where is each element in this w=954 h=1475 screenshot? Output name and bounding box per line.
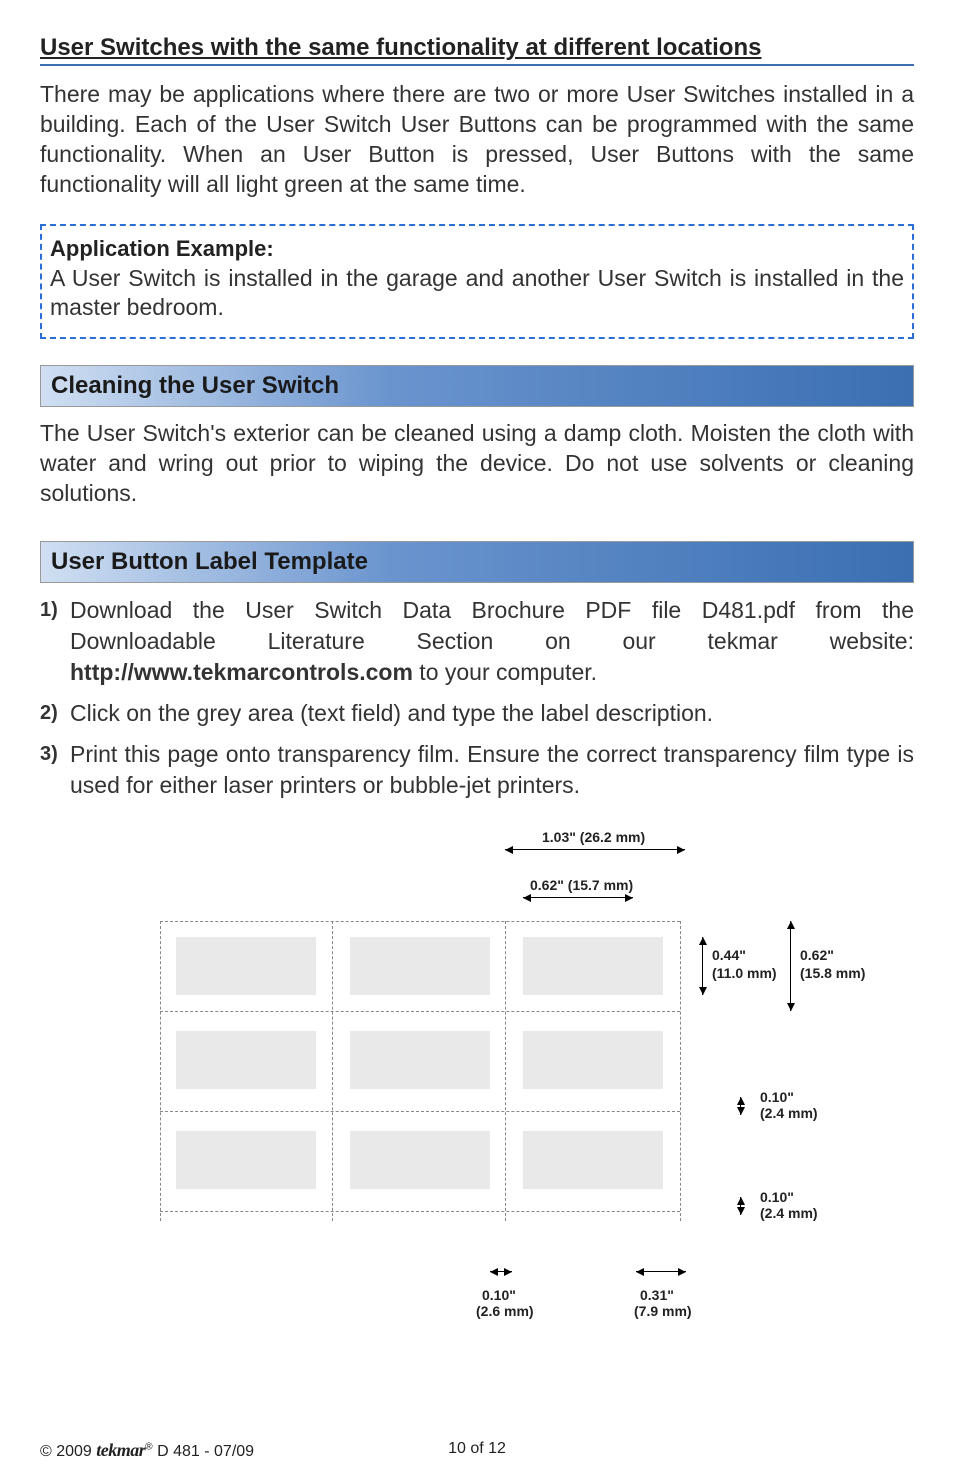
dim-arrow-inner-height <box>702 937 703 995</box>
hline <box>160 921 680 922</box>
label-field[interactable] <box>350 1131 490 1189</box>
steps-list: Download the User Switch Data Brochure P… <box>40 595 914 801</box>
dim-outer-width: 1.03" (26.2 mm) <box>542 829 645 845</box>
step-1-post: to your computer. <box>413 659 597 685</box>
step-1-pre: Download the User Switch Data Brochure P… <box>70 597 914 654</box>
section1-paragraph: There may be applications where there ar… <box>40 80 914 200</box>
footer-brand: tekmar <box>96 1440 145 1460</box>
label-field[interactable] <box>523 937 663 995</box>
label-field[interactable] <box>523 1031 663 1089</box>
step-3: Print this page onto transparency film. … <box>40 739 914 801</box>
dim-arrow-bw <box>490 1271 512 1272</box>
dim-inner-height-a: 0.44" <box>712 947 746 963</box>
dim-arrow-gap2 <box>740 1197 741 1215</box>
application-example-box: Application Example: A User Switch is in… <box>40 224 914 340</box>
section2-paragraph: The User Switch's exterior can be cleane… <box>40 419 914 509</box>
step-1-url: http://www.tekmarcontrols.com <box>70 659 413 685</box>
page-footer: © 2009 tekmar® D 481 - 07/09 10 of 12 <box>40 1440 914 1461</box>
footer-doc: D 481 - 07/09 <box>153 1443 254 1460</box>
vline <box>680 921 681 1221</box>
step-1: Download the User Switch Data Brochure P… <box>40 595 914 688</box>
dim-gap2-a: 0.10" <box>760 1189 794 1205</box>
label-field[interactable] <box>523 1131 663 1189</box>
vline <box>505 921 506 1221</box>
application-example-title: Application Example: <box>50 236 904 262</box>
footer-reg: ® <box>145 1442 152 1453</box>
label-field[interactable] <box>176 1131 316 1189</box>
dim-arrow-br <box>636 1271 686 1272</box>
hline <box>160 1011 680 1012</box>
vline <box>160 921 161 1221</box>
dim-br-b: (7.9 mm) <box>634 1303 692 1319</box>
dim-gap1-a: 0.10" <box>760 1089 794 1105</box>
dim-inner-width: 0.62" (15.7 mm) <box>530 877 633 893</box>
dim-gap2-b: (2.4 mm) <box>760 1205 818 1221</box>
label-field[interactable] <box>350 1031 490 1089</box>
dim-arrow-inner-width <box>523 897 633 898</box>
dim-br-a: 0.31" <box>640 1287 674 1303</box>
label-field[interactable] <box>176 1031 316 1089</box>
step-2: Click on the grey area (text field) and … <box>40 698 914 729</box>
dim-bw-b: (2.6 mm) <box>476 1303 534 1319</box>
section-heading-3: User Button Label Template <box>40 541 914 583</box>
page-number: 10 of 12 <box>448 1440 506 1458</box>
vline <box>332 921 333 1221</box>
dim-arrow-outer-width <box>505 849 685 850</box>
dim-arrow-outer-height <box>790 921 791 1011</box>
template-grid <box>160 901 680 1241</box>
hline <box>160 1211 680 1212</box>
section-heading-1: User Switches with the same functionalit… <box>40 34 914 66</box>
dim-outer-height-b: (15.8 mm) <box>800 965 865 981</box>
dim-gap1-b: (2.4 mm) <box>760 1105 818 1121</box>
section-heading-2: Cleaning the User Switch <box>40 365 914 407</box>
dim-inner-height-b: (11.0 mm) <box>712 965 777 981</box>
label-field[interactable] <box>176 937 316 995</box>
dim-arrow-gap1 <box>740 1097 741 1115</box>
hline <box>160 1111 680 1112</box>
application-example-text: A User Switch is installed in the garage… <box>50 264 904 324</box>
dim-bw-a: 0.10" <box>482 1287 516 1303</box>
label-template-diagram: 1.03" (26.2 mm) 0.62" (15.7 mm) 0.44" (1… <box>40 821 914 1361</box>
dim-outer-height-a: 0.62" <box>800 947 834 963</box>
footer-copyright: © 2009 <box>40 1443 96 1460</box>
label-field[interactable] <box>350 937 490 995</box>
